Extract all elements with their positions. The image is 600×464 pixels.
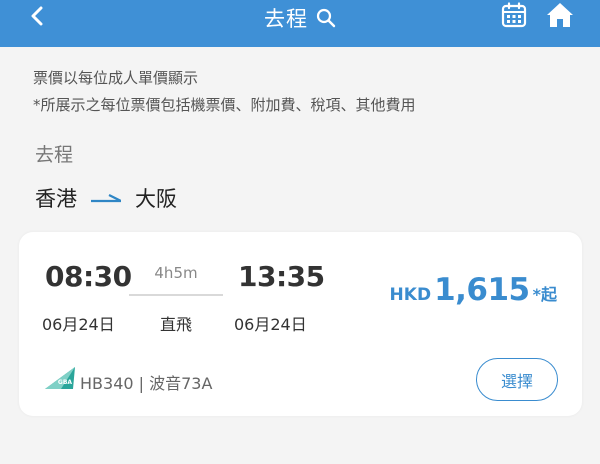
departure-date: 06月24日 xyxy=(42,315,115,334)
airline-logo-icon: GBA xyxy=(43,365,77,391)
page-title: 去程 xyxy=(264,7,308,31)
price-note: 票價以每位成人單價顯示 xyxy=(33,69,199,87)
flight-duration: 4h5m xyxy=(154,264,198,282)
origin-city: 香港 xyxy=(35,187,77,211)
price-amount: 1,615 xyxy=(434,272,530,308)
arrival-date: 06月24日 xyxy=(234,315,307,334)
calendar-button[interactable] xyxy=(500,2,528,32)
flight-card[interactable]: 08:30 06月24日 4h5m 直飛 13:35 06月24日 HKD 1,… xyxy=(19,232,582,416)
price-suffix: *起 xyxy=(532,285,557,304)
flight-stops: 直飛 xyxy=(159,315,192,334)
calendar-icon xyxy=(501,2,527,32)
select-button[interactable]: 選擇 xyxy=(476,358,558,401)
fee-note: *所展示之每位票價包括機票價、附加費、稅項、其他費用 xyxy=(33,96,416,114)
home-icon xyxy=(546,1,574,33)
home-button[interactable] xyxy=(545,2,575,32)
price-currency: HKD xyxy=(389,285,432,305)
destination-city: 大阪 xyxy=(135,187,177,211)
search-icon[interactable] xyxy=(316,8,336,28)
route-arrow-icon xyxy=(91,192,121,204)
section-label: 去程 xyxy=(35,144,74,166)
price: HKD 1,615 *起 xyxy=(390,272,557,308)
arrival-time: 13:35 xyxy=(238,260,325,293)
departure-time: 08:30 xyxy=(45,260,132,293)
flight-info: HB340 | 波音73A xyxy=(80,374,213,393)
top-bar: 去程 xyxy=(0,0,600,47)
route: 香港 大阪 xyxy=(35,184,177,212)
duration-divider xyxy=(129,294,223,296)
airline-logo-text: GBA xyxy=(58,379,72,386)
